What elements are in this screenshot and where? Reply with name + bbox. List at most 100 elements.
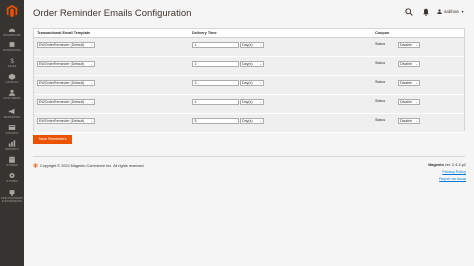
sidebar-item-content[interactable]: CONTENT <box>0 124 24 135</box>
chevron-down-icon: ⌄ <box>90 100 93 104</box>
status-label: Status <box>375 80 386 84</box>
chevron-down-icon: ⌄ <box>415 100 418 104</box>
delivery-unit-select[interactable]: Day(s) ⌄ <box>240 99 264 105</box>
extensions-icon <box>9 42 15 47</box>
chevron-down-icon: ⌄ <box>90 43 93 47</box>
magento-footer-logo-icon <box>33 163 38 168</box>
delivery-time-input[interactable]: 2 <box>192 61 239 67</box>
sidebar-item-label: SYSTEM <box>6 180 18 183</box>
sidebar-item-label: STORES <box>6 164 18 167</box>
chevron-down-icon: ⌄ <box>259 81 262 85</box>
sidebar-item-reports[interactable]: REPORTS <box>0 140 24 151</box>
gear-icon <box>9 172 15 179</box>
save-reminders-button[interactable]: Save Reminders <box>33 135 72 144</box>
svg-text:$: $ <box>10 58 14 64</box>
sidebar-item-system[interactable]: SYSTEM <box>0 172 24 183</box>
chevron-down-icon: ⌄ <box>415 119 418 123</box>
chevron-down-icon: ⌄ <box>259 62 262 66</box>
email-template-select[interactable]: EWOrderReminder (Default) ⌄ <box>37 61 95 67</box>
chevron-down-icon: ⌄ <box>415 43 418 47</box>
sidebar-item-customers[interactable]: CUSTOMERS <box>0 89 24 100</box>
sidebar-item-extensions[interactable]: EXTENSIONS <box>0 41 24 52</box>
column-header-template: Transactional Email Template <box>37 31 91 35</box>
status-label: Status <box>375 61 386 65</box>
product-name: Magento <box>428 163 444 167</box>
content-icon <box>8 125 16 130</box>
sidebar-item-label: CUSTOMERS <box>3 97 21 100</box>
bell-icon[interactable] <box>422 8 430 16</box>
sidebar-item-label: FIND PARTNERS & EXTENSIONS <box>1 197 23 203</box>
footer-version: Magento ver. 2.4.3-p2 <box>428 163 466 167</box>
chevron-down-icon: ⌄ <box>90 62 93 66</box>
chevron-down-icon: ⌄ <box>415 81 418 85</box>
delivery-time-input[interactable]: 1 <box>192 42 239 48</box>
user-menu[interactable]: sabhas ▼ <box>437 9 464 14</box>
email-template-value: EWOrderReminder (Default) <box>39 81 85 85</box>
email-template-select[interactable]: EWOrderReminder (Default) ⌄ <box>37 118 95 124</box>
email-template-value: EWOrderReminder (Default) <box>39 62 85 66</box>
dollar-icon: $ <box>10 58 14 64</box>
email-template-select[interactable]: EWOrderReminder (Default) ⌄ <box>37 80 95 86</box>
page-title: Order Reminder Emails Configuration <box>33 8 192 19</box>
sidebar-item-marketing[interactable]: MARKETING <box>0 108 24 119</box>
sidebar-item-sales[interactable]: $ SALES <box>0 57 24 68</box>
status-select[interactable]: Disable ⌄ <box>398 118 420 124</box>
sidebar-item-partners[interactable]: FIND PARTNERS & EXTENSIONS <box>0 189 24 203</box>
table-row: EWOrderReminder (Default) ⌄ 5 Day(s) ⌄ Status… <box>34 114 464 133</box>
status-select[interactable]: Disable ⌄ <box>398 42 420 48</box>
delivery-unit-value: Day(s) <box>242 119 253 123</box>
version-text: ver. 2.4.3-p2 <box>444 163 466 167</box>
delivery-time-input[interactable]: 4 <box>192 99 239 105</box>
report-issue-link[interactable]: Report an Issue <box>439 177 466 181</box>
table-header: Transactional Email Template Delivery Ti… <box>34 29 464 38</box>
stores-icon <box>8 156 16 163</box>
partners-icon <box>9 190 15 196</box>
user-name: sabhas <box>444 9 459 14</box>
column-header-coupon: Coupon <box>375 31 390 35</box>
chevron-down-icon: ⌄ <box>259 43 262 47</box>
status-value: Disable <box>400 62 412 66</box>
email-template-value: EWOrderReminder (Default) <box>39 100 85 104</box>
admin-sidebar: DASHBOARD EXTENSIONS $ SALES CATALOG CUS… <box>0 0 24 266</box>
status-label: Status <box>375 118 386 122</box>
magento-logo-icon[interactable] <box>4 4 20 18</box>
delivery-time-input[interactable]: 5 <box>192 118 239 124</box>
dashboard-icon <box>8 28 16 32</box>
email-template-select[interactable]: EWOrderReminder (Default) ⌄ <box>37 42 95 48</box>
column-header-delivery: Delivery Time <box>192 31 217 35</box>
delivery-time-value: 4 <box>194 100 197 104</box>
delivery-unit-select[interactable]: Day(s) ⌄ <box>240 42 264 48</box>
reminders-table: Transactional Email Template Delivery Ti… <box>33 28 465 133</box>
customers-icon <box>8 89 16 96</box>
sidebar-item-label: SALES <box>7 65 17 68</box>
delivery-time-value: 1 <box>194 43 197 47</box>
delivery-unit-value: Day(s) <box>242 43 253 47</box>
delivery-unit-select[interactable]: Day(s) ⌄ <box>240 61 264 67</box>
email-template-select[interactable]: EWOrderReminder (Default) ⌄ <box>37 99 95 105</box>
sidebar-item-stores[interactable]: STORES <box>0 156 24 167</box>
email-template-value: EWOrderReminder (Default) <box>39 43 85 47</box>
sidebar-item-label: EXTENSIONS <box>3 49 21 52</box>
cube-icon <box>8 73 16 80</box>
delivery-time-value: 5 <box>194 119 197 123</box>
footer-copyright: Copyright © 2022 Magento Commerce Inc. A… <box>33 163 145 168</box>
search-icon[interactable] <box>405 8 413 16</box>
sidebar-item-catalog[interactable]: CATALOG <box>0 73 24 84</box>
status-select[interactable]: Disable ⌄ <box>398 80 420 86</box>
sidebar-item-label: DASHBOARD <box>3 34 21 37</box>
privacy-policy-link[interactable]: Privacy Policy <box>442 170 466 174</box>
sidebar-item-dashboard[interactable]: DASHBOARD <box>0 26 24 37</box>
delivery-unit-select[interactable]: Day(s) ⌄ <box>240 80 264 86</box>
table-row: EWOrderReminder (Default) ⌄ 3 Day(s) ⌄ Status… <box>34 76 464 95</box>
status-value: Disable <box>400 100 412 104</box>
delivery-unit-select[interactable]: Day(s) ⌄ <box>240 118 264 124</box>
status-select[interactable]: Disable ⌄ <box>398 99 420 105</box>
delivery-unit-value: Day(s) <box>242 100 253 104</box>
user-icon <box>437 9 442 14</box>
delivery-unit-value: Day(s) <box>242 62 253 66</box>
copyright-text: Copyright © 2022 Magento Commerce Inc. A… <box>40 163 145 168</box>
status-select[interactable]: Disable ⌄ <box>398 61 420 67</box>
status-label: Status <box>375 99 386 103</box>
chevron-down-icon: ⌄ <box>90 119 93 123</box>
delivery-time-input[interactable]: 3 <box>192 80 239 86</box>
